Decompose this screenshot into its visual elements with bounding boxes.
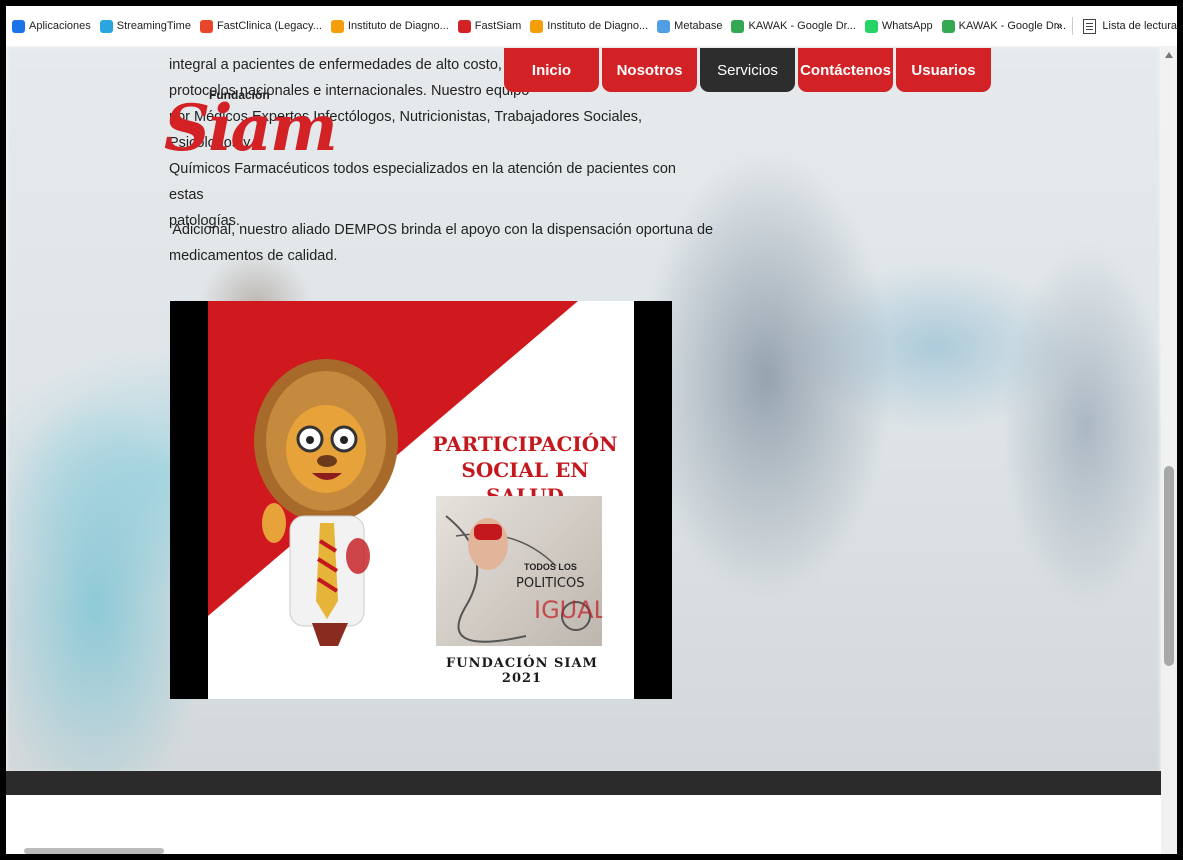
nav-contactenos[interactable]: Contáctenos — [798, 48, 893, 92]
bookmark-label: KAWAK - Google Dr... — [958, 20, 1067, 32]
bookmark-item[interactable]: Instituto de Diagno... — [530, 19, 649, 33]
nav-nosotros[interactable]: Nosotros — [602, 48, 697, 92]
bookmark-label: WhatsApp — [881, 20, 933, 32]
bookmark-item[interactable]: WhatsApp — [864, 19, 933, 33]
whatsapp-icon — [864, 19, 878, 33]
bookmark-label: KAWAK - Google Dr... — [748, 20, 856, 32]
nav-inicio[interactable]: Inicio — [504, 48, 599, 92]
bookmark-item[interactable]: Metabase — [657, 19, 723, 33]
main-navigation: Inicio Nosotros Servicios Contáctenos Us… — [504, 48, 991, 92]
bookmark-item[interactable]: KAWAK - Google Dr... — [731, 19, 856, 33]
horizontal-scroll-indicator[interactable] — [24, 848, 164, 854]
bookmark-label: StreamingTime — [116, 20, 191, 32]
nav-usuarios[interactable]: Usuarios — [896, 48, 991, 92]
nav-servicios[interactable]: Servicios — [700, 48, 795, 92]
video-photo: TODOS LOS POLITICOS IGUALES — [436, 496, 602, 646]
bookmarks-separator — [1072, 17, 1074, 35]
photo-text-line1: TODOS LOS — [524, 562, 577, 572]
apps-grid-icon — [12, 19, 25, 33]
google-drive-icon — [731, 19, 745, 33]
bookmark-label: Metabase — [674, 20, 723, 32]
bookmark-label: FastClinica (Legacy... — [216, 20, 322, 32]
bookmarks-list: Aplicaciones StreamingTime FastClinica (Le… — [12, 19, 1075, 33]
dempos-line: Adicional, nuestro aliado DEMPOS brinda … — [169, 222, 714, 238]
reading-list-icon[interactable] — [1083, 18, 1097, 34]
bookmark-item[interactable]: StreamingTime — [99, 19, 191, 33]
bookmark-item[interactable]: FastClinica (Legacy... — [199, 19, 322, 33]
bookmarks-bar: Aplicaciones StreamingTime FastClinica (Le… — [6, 6, 1177, 46]
fundacion-siam-logo[interactable]: Siam Fundación — [164, 49, 338, 169]
vertical-scrollbar[interactable] — [1161, 46, 1177, 854]
bookmark-item[interactable]: Aplicaciones — [12, 19, 91, 33]
scroll-up-arrow-icon[interactable] — [1165, 52, 1173, 58]
web-page: integral a pacientes de enfermedades de … — [6, 46, 1161, 854]
bookmarks-overflow-button[interactable]: » — [1056, 20, 1062, 32]
google-drive-icon — [941, 19, 955, 33]
bookmark-label: Instituto de Diagno... — [347, 20, 449, 32]
bookmarks-right: » Lista de lectura — [1056, 6, 1177, 46]
bookmark-label: Aplicaciones — [29, 20, 91, 32]
bookmark-item[interactable]: Instituto de Diagno... — [330, 19, 449, 33]
photo-text-line2: POLITICOS — [516, 576, 585, 591]
reading-list-button[interactable]: Lista de lectura — [1102, 20, 1177, 32]
dempos-line: medicamentos de calidad. — [169, 248, 338, 264]
video-player[interactable]: PARTICIPACIÓN SOCIAL EN SALUD TODOS LOS … — [170, 301, 672, 699]
logo-subtitle: Fundación — [209, 88, 270, 102]
dempos-paragraph: Adicional, nuestro aliado DEMPOS brinda … — [169, 217, 714, 269]
streaming-icon — [99, 19, 113, 33]
video-footer-text: FUNDACIÓN SIAM 2021 — [446, 656, 598, 686]
instituto-icon — [530, 19, 544, 33]
video-title-line1: PARTICIPACIÓN — [432, 432, 618, 456]
instituto-icon — [330, 19, 344, 33]
bookmark-label: Instituto de Diagno... — [547, 20, 649, 32]
fastclinica-icon — [199, 19, 213, 33]
bookmark-item[interactable]: FastSiam — [457, 19, 522, 33]
footer-dark-bar — [6, 771, 1161, 795]
bookmark-item[interactable]: KAWAK - Google Dr... — [941, 19, 1067, 33]
bookmark-label: FastSiam — [474, 20, 522, 32]
browser-frame: Aplicaciones StreamingTime FastClinica (Le… — [6, 6, 1177, 854]
scroll-thumb[interactable] — [1164, 466, 1174, 666]
metabase-icon — [657, 19, 671, 33]
photo-text-line3: IGUALES — [534, 596, 602, 624]
video-thumbnail: PARTICIPACIÓN SOCIAL EN SALUD TODOS LOS … — [208, 301, 634, 699]
fastsiam-icon — [457, 19, 471, 33]
logo-wordmark: Siam — [164, 91, 338, 166]
